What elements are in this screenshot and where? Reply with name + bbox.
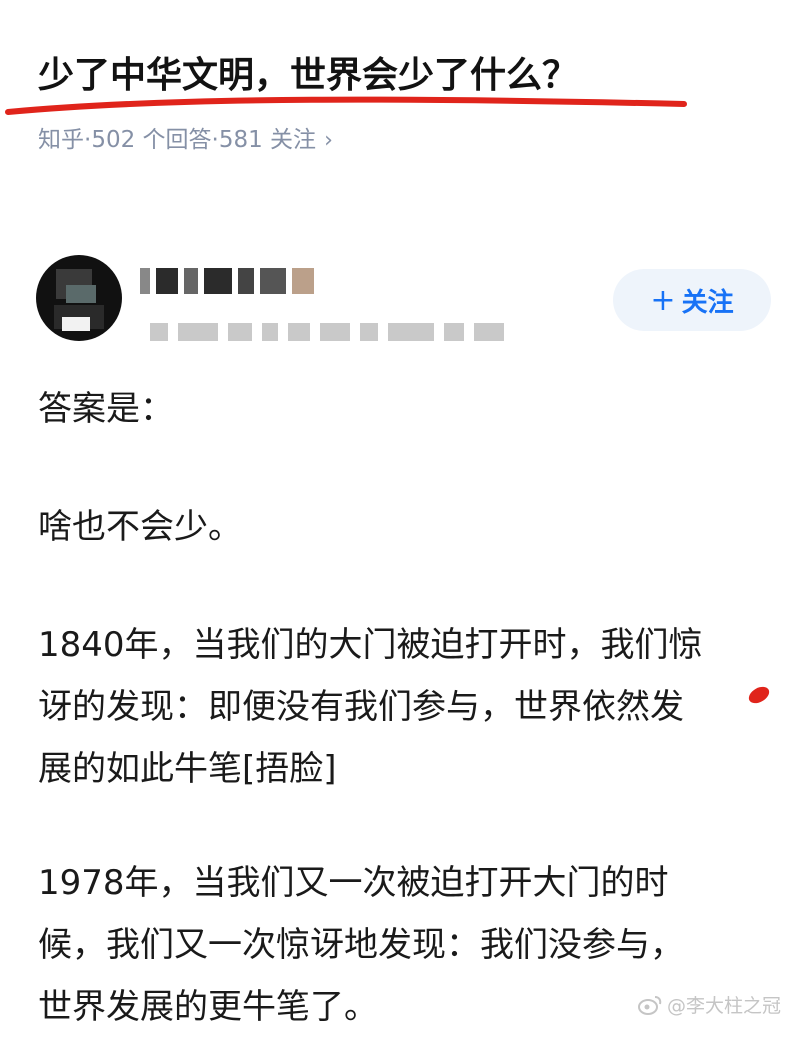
answer-line: 展的如此牛笔[捂脸]	[38, 749, 337, 789]
answer-paragraph: 答案是：	[38, 389, 174, 429]
answer-paragraph: 啥也不会少。	[38, 507, 242, 547]
author-row: + 关注	[0, 245, 791, 355]
user-avatar-icon[interactable]	[36, 255, 122, 341]
question-title[interactable]: 少了中华文明，世界会少了什么？	[38, 52, 578, 100]
author-bio-blurred	[150, 317, 504, 347]
watermark-text: @李大柱之冠	[666, 995, 781, 1017]
answer-line: 候，我们又一次惊讶地发现：我们没参与，	[38, 925, 684, 965]
author-name-blurred[interactable]	[140, 263, 314, 299]
answers-count: 502 个回答	[91, 127, 212, 153]
followers-count: 581 关注	[218, 127, 317, 153]
weibo-icon	[637, 995, 662, 1015]
question-header: 少了中华文明，世界会少了什么？ 知乎·502 个回答·581 关注 ›	[0, 0, 791, 200]
follow-button-label: 关注	[681, 287, 734, 318]
follow-button[interactable]: + 关注	[613, 269, 771, 331]
answer-content: 答案是： 啥也不会少。 1840年，当我们的大门被迫打开时，我们惊 讶的发现：即…	[38, 378, 773, 1038]
answer-line: 讶的发现：即便没有我们参与，世界依然发	[38, 687, 684, 727]
plus-icon: +	[650, 282, 676, 318]
question-source: 知乎	[38, 127, 84, 153]
question-meta[interactable]: 知乎·502 个回答·581 关注 ›	[38, 123, 333, 158]
answer-line: 1840年，当我们的大门被迫打开时，我们惊	[38, 625, 703, 665]
meta-separator: ·	[211, 127, 219, 153]
chevron-right-icon[interactable]: ›	[324, 128, 333, 153]
watermark: @李大柱之冠	[637, 991, 781, 1018]
answer-line: 1978年，当我们又一次被迫打开大门的时	[38, 863, 669, 903]
